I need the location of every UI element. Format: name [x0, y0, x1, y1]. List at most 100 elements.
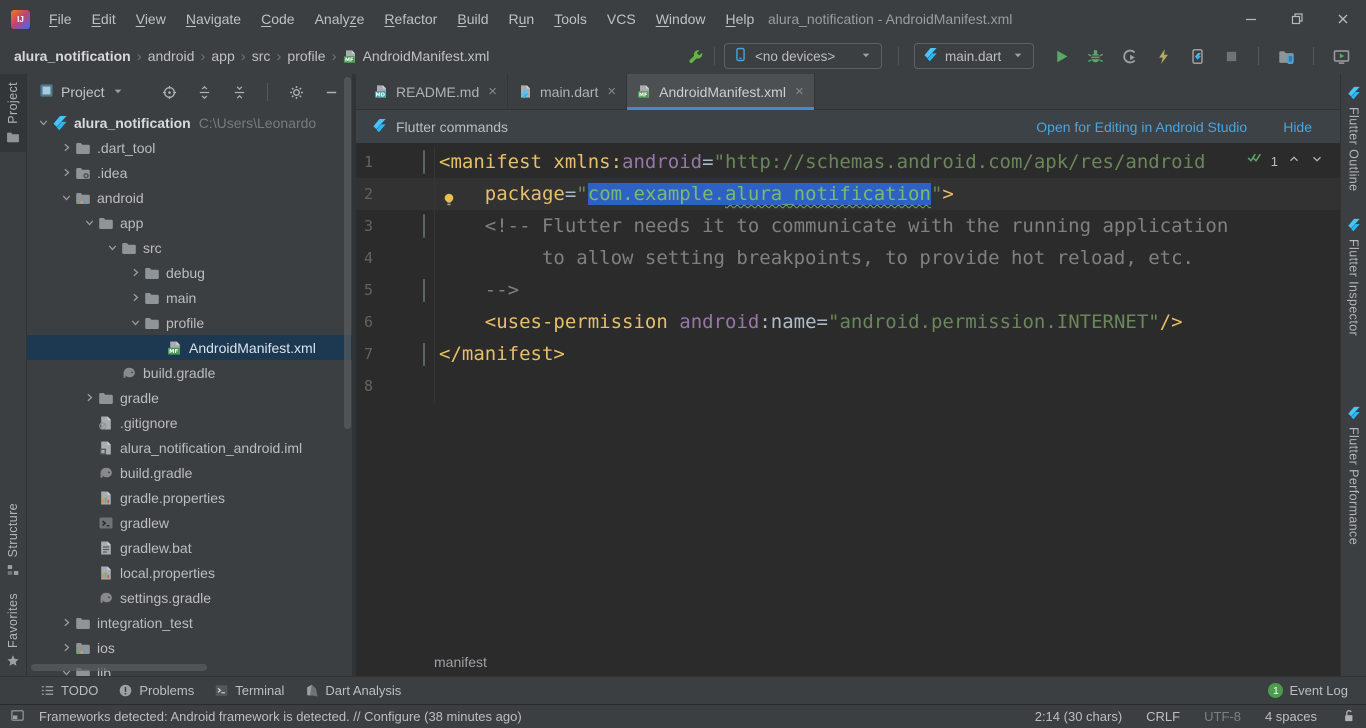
- close-tab-icon[interactable]: ×: [795, 84, 804, 99]
- chevron-down-icon[interactable]: [81, 215, 98, 231]
- menu-analyze[interactable]: Analyze: [305, 0, 375, 38]
- inspection-widget[interactable]: 1: [1247, 150, 1324, 172]
- tree-item-build-gradle[interactable]: build.gradle: [27, 460, 352, 485]
- stripe-tab-flutter-inspector[interactable]: Flutter Inspector: [1347, 218, 1361, 336]
- tree-item-local-properties[interactable]: local.properties: [27, 560, 352, 585]
- collapse-all-button[interactable]: [228, 81, 250, 103]
- toolwindow-button-dart-analysis[interactable]: Dart Analysis: [304, 683, 401, 698]
- flutter-hot-restart-button[interactable]: [1152, 45, 1174, 67]
- tree-item-idea[interactable]: .idea: [27, 160, 352, 185]
- status-encoding[interactable]: UTF-8: [1204, 709, 1241, 724]
- tree-item-gradle[interactable]: gradle: [27, 385, 352, 410]
- breadcrumb-item-src[interactable]: src: [252, 48, 271, 64]
- tree-item-android[interactable]: android: [27, 185, 352, 210]
- fold-start-icon[interactable]: [423, 146, 425, 178]
- chevron-right-icon[interactable]: [127, 265, 144, 281]
- status-caret-position[interactable]: 2:14 (30 chars): [1035, 709, 1122, 724]
- tree-item-app[interactable]: app: [27, 210, 352, 235]
- code-editor[interactable]: 1<manifest xmlns:android="http://schemas…: [356, 144, 1340, 648]
- minimize-button[interactable]: [1228, 0, 1274, 38]
- breadcrumb-item-app[interactable]: app: [211, 48, 234, 64]
- line-number[interactable]: 7: [356, 338, 386, 370]
- tree-item-gradlew-bat[interactable]: gradlew.bat: [27, 535, 352, 560]
- status-line-separator[interactable]: CRLF: [1146, 709, 1180, 724]
- menu-file[interactable]: File: [39, 0, 82, 38]
- fold-start-icon[interactable]: [423, 210, 425, 242]
- stripe-tab-project[interactable]: Project: [0, 74, 26, 152]
- previous-highlight-button[interactable]: [1287, 150, 1301, 172]
- line-number[interactable]: 3: [356, 210, 386, 242]
- chevron-down-icon[interactable]: [104, 240, 121, 256]
- tree-item-gitignore[interactable]: .gitignore: [27, 410, 352, 435]
- tree-item-main[interactable]: main: [27, 285, 352, 310]
- status-indent[interactable]: 4 spaces: [1265, 709, 1317, 724]
- menu-edit[interactable]: Edit: [82, 0, 126, 38]
- tree-item-src[interactable]: src: [27, 235, 352, 260]
- menu-refactor[interactable]: Refactor: [374, 0, 447, 38]
- tree-vertical-scrollbar[interactable]: [344, 77, 351, 429]
- run-button[interactable]: [1050, 45, 1072, 67]
- tree-item-alura-notification[interactable]: alura_notificationC:\Users\Leonardo: [27, 110, 352, 135]
- toolwindow-button-problems[interactable]: Problems: [118, 683, 194, 698]
- line-number[interactable]: 5: [356, 274, 386, 306]
- maximize-button[interactable]: [1274, 0, 1320, 38]
- menu-build[interactable]: Build: [447, 0, 498, 38]
- locate-file-button[interactable]: [158, 81, 180, 103]
- close-button[interactable]: [1320, 0, 1366, 38]
- stop-button[interactable]: [1220, 45, 1242, 67]
- chevron-right-icon[interactable]: [127, 290, 144, 306]
- tab-main-dart[interactable]: main.dart×: [508, 74, 627, 109]
- chevron-down-icon[interactable]: [35, 115, 52, 131]
- line-number[interactable]: 2: [356, 178, 386, 210]
- menu-run[interactable]: Run: [499, 0, 545, 38]
- stripe-tab-structure[interactable]: Structure: [0, 495, 26, 585]
- tree-item-debug[interactable]: debug: [27, 260, 352, 285]
- project-panel-title[interactable]: Project: [61, 84, 105, 100]
- toolwindow-button-todo[interactable]: TODO: [40, 683, 98, 698]
- tree-item-integration-test[interactable]: integration_test: [27, 610, 352, 635]
- chevron-down-icon[interactable]: [127, 315, 144, 331]
- tree-item-dart-tool[interactable]: .dart_tool: [27, 135, 352, 160]
- menu-code[interactable]: Code: [251, 0, 304, 38]
- device-selector[interactable]: <no devices>: [724, 43, 882, 69]
- chevron-down-icon[interactable]: [58, 190, 75, 206]
- line-number[interactable]: 8: [356, 370, 386, 402]
- close-tab-icon[interactable]: ×: [488, 84, 497, 99]
- profiler-button[interactable]: [1118, 45, 1140, 67]
- tree-item-build-gradle[interactable]: build.gradle: [27, 360, 352, 385]
- flutter-attach-button[interactable]: [1186, 45, 1208, 67]
- run-config-selector[interactable]: main.dart: [914, 43, 1034, 69]
- stripe-tab-flutter-performance[interactable]: Flutter Performance: [1347, 406, 1361, 545]
- chevron-right-icon[interactable]: [58, 140, 75, 156]
- stripe-tab-favorites[interactable]: Favorites: [0, 585, 26, 676]
- open-in-android-studio-link[interactable]: Open for Editing in Android Studio: [1036, 119, 1247, 135]
- chevron-right-icon[interactable]: [81, 390, 98, 406]
- debug-button[interactable]: [1084, 45, 1106, 67]
- tree-item-gradlew[interactable]: gradlew: [27, 510, 352, 535]
- settings-button[interactable]: [285, 81, 307, 103]
- breadcrumb-item-profile[interactable]: profile: [287, 48, 325, 64]
- menu-help[interactable]: Help: [716, 0, 765, 38]
- tab-androidmanifest-xml[interactable]: MFAndroidManifest.xml×: [627, 74, 815, 109]
- chevron-right-icon[interactable]: [58, 165, 75, 181]
- menu-view[interactable]: View: [126, 0, 176, 38]
- flutter-wrench-button[interactable]: [684, 45, 706, 67]
- chevron-right-icon[interactable]: [58, 615, 75, 631]
- breadcrumb-manifest[interactable]: manifest: [434, 654, 487, 670]
- menu-window[interactable]: Window: [646, 0, 716, 38]
- tree-item-settings-gradle[interactable]: settings.gradle: [27, 585, 352, 610]
- tree-item-ios[interactable]: ios: [27, 635, 352, 660]
- expand-all-button[interactable]: [193, 81, 215, 103]
- fold-end-icon[interactable]: [423, 274, 425, 306]
- tree-item-androidmanifest-xml[interactable]: MFAndroidManifest.xml: [27, 335, 352, 360]
- tab-readme-md[interactable]: MDREADME.md×: [364, 74, 508, 109]
- device-file-explorer-button[interactable]: [1275, 45, 1297, 67]
- running-devices-button[interactable]: [1330, 45, 1352, 67]
- breadcrumb-item-androidmanifest-xml[interactable]: MFAndroidManifest.xml: [343, 48, 490, 64]
- tree-horizontal-scrollbar[interactable]: [31, 664, 207, 671]
- menu-vcs[interactable]: VCS: [597, 0, 646, 38]
- toolwindow-button-terminal[interactable]: Terminal: [214, 683, 284, 698]
- chevron-right-icon[interactable]: [58, 640, 75, 656]
- line-number[interactable]: 1: [356, 146, 386, 178]
- fold-end-icon[interactable]: [423, 338, 425, 370]
